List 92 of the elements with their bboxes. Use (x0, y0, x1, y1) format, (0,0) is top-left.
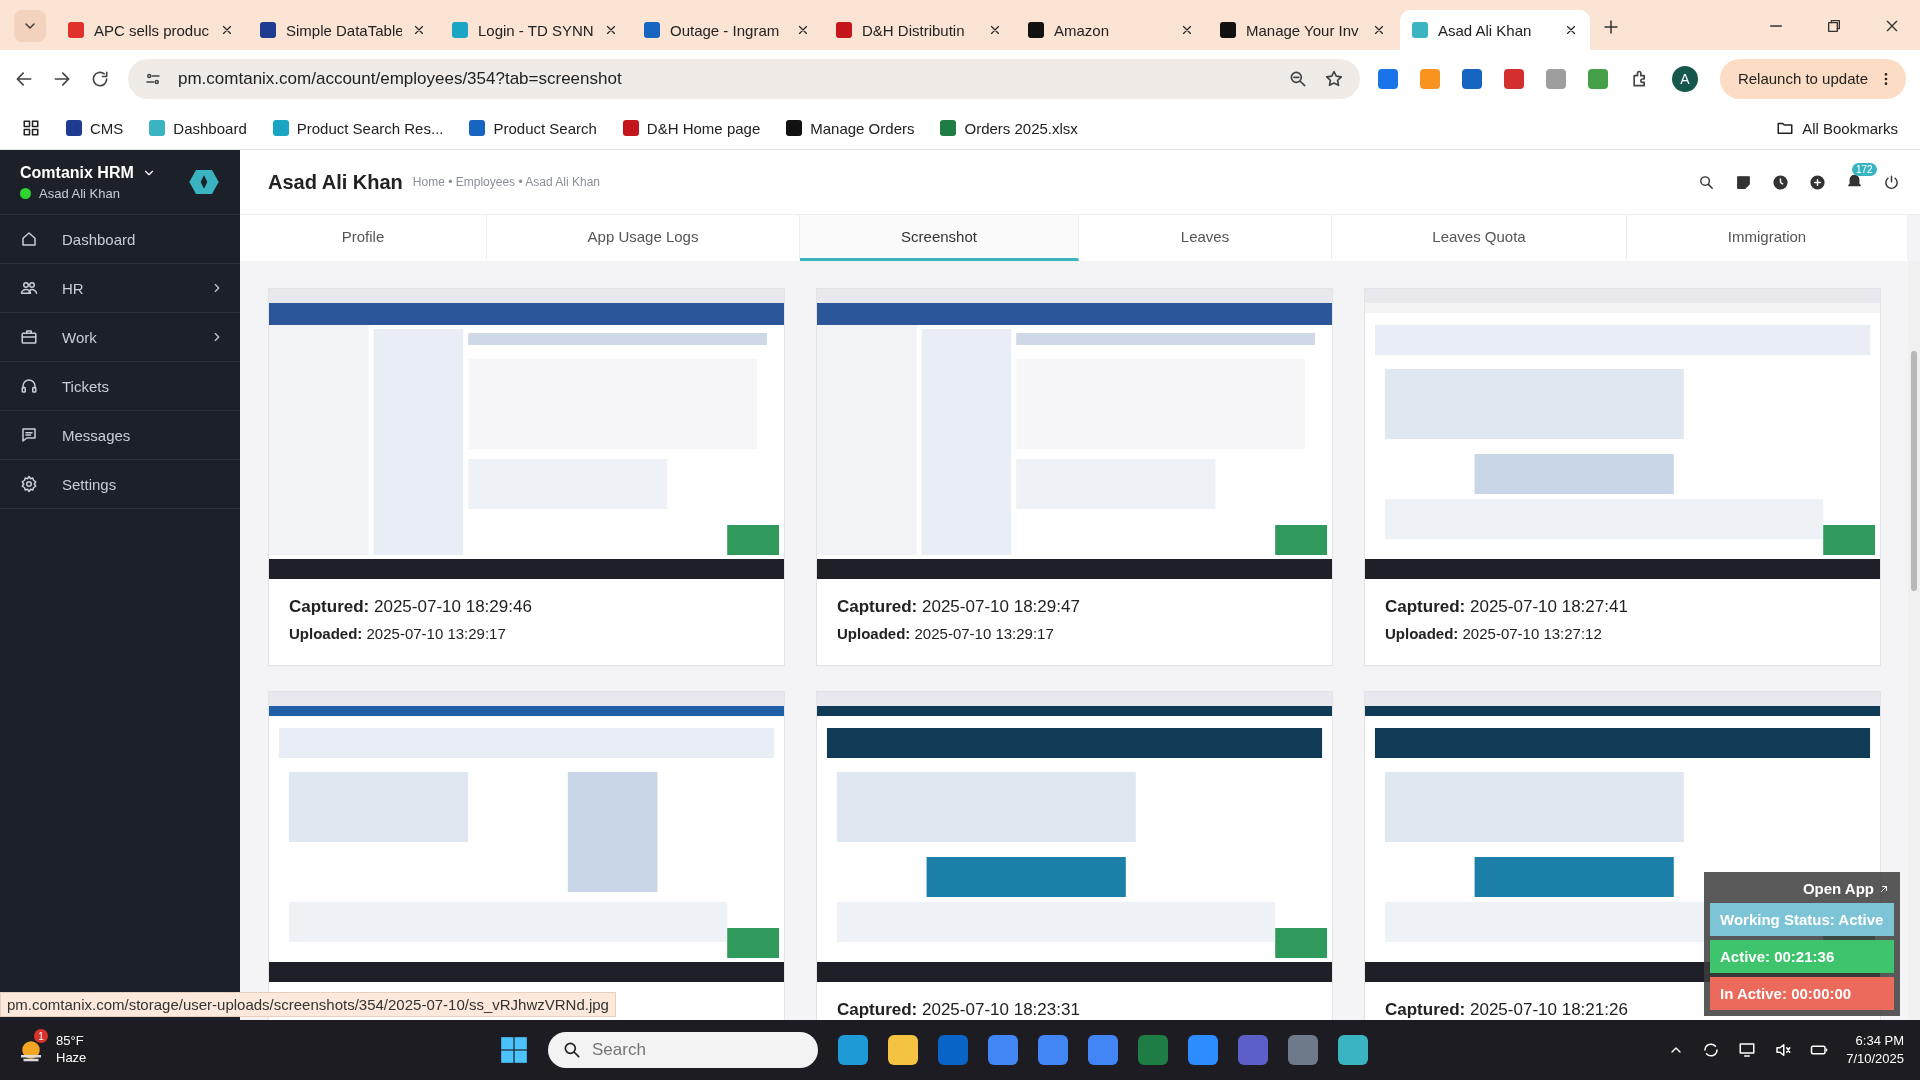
briefcase-icon (20, 328, 38, 346)
browser-tab[interactable]: Login - TD SYNN (440, 10, 630, 50)
all-bookmarks[interactable]: All Bookmarks (1776, 119, 1898, 137)
captured-time: Captured: 2025-07-10 18:29:46 (289, 597, 533, 617)
active-time: Active: 00:21:36 (1710, 940, 1894, 973)
restore-icon[interactable] (1826, 18, 1842, 34)
captured-time: Captured: 2025-07-10 18:27:41 (1385, 597, 1629, 617)
uploaded-time: Uploaded: 2025-07-10 13:29:17 (837, 625, 1055, 642)
monitor-icon[interactable] (1738, 1041, 1757, 1059)
captured-time: Captured: 2025-07-10 18:23:31 (837, 1000, 1081, 1020)
captured-time: Captured: 2025-07-10 18:29:47 (837, 597, 1081, 617)
user-name: Asad Ali Khan (39, 185, 120, 201)
screenshot-card[interactable]: Captured: 2025-07-10 18:29:46 Uploaded: 2025-07-10 13:29:17 (268, 288, 785, 666)
bookmark[interactable]: Product Search (469, 119, 597, 137)
tab[interactable]: Immigration (1627, 215, 1908, 261)
search-icon[interactable] (1698, 173, 1715, 191)
close-icon[interactable] (220, 23, 234, 37)
scrollbar-thumb[interactable] (1911, 351, 1917, 591)
close-icon[interactable] (1884, 18, 1900, 34)
tab[interactable]: Leaves Quota (1332, 215, 1627, 261)
gear-icon (20, 475, 38, 493)
speaker-muted-icon[interactable] (1774, 1041, 1793, 1059)
inactive-time: In Active: 00:00:00 (1710, 977, 1894, 1010)
note-icon[interactable] (1735, 173, 1752, 191)
apps-grid-icon[interactable] (22, 119, 40, 137)
working-status: Working Status: Active (1710, 903, 1894, 936)
clock-time[interactable]: 6:34 PM (1846, 1031, 1904, 1050)
sync-icon[interactable] (1702, 1041, 1721, 1059)
close-icon[interactable] (412, 23, 426, 37)
people-icon (20, 279, 38, 297)
screenshot-card[interactable]: Captured: 2025-07-10 18:29:47 Uploaded: 2025-07-10 13:29:17 (816, 288, 1333, 666)
taskbar-app-icon[interactable] (838, 1035, 868, 1065)
temperature: 85°F (56, 1033, 85, 1050)
bookmark[interactable]: Orders 2025.xlsx (940, 119, 1078, 137)
message-icon (20, 426, 38, 444)
add-icon[interactable] (1809, 173, 1826, 191)
browser-tab[interactable]: Simple DataTable (248, 10, 438, 50)
browser-tab[interactable]: Asad Ali Khan (1400, 10, 1590, 50)
address-bar[interactable]: pm.comtanix.com/account/employees/354?tab=screenshot (128, 58, 1360, 99)
tab[interactable]: Leaves (1079, 215, 1332, 261)
headset-icon (20, 377, 38, 395)
windows-start-icon[interactable] (500, 1036, 528, 1064)
weather-condition: Haze (56, 1050, 87, 1067)
notification-badge: 172 (1852, 162, 1877, 176)
page-title: Asad Ali Khan (268, 170, 403, 194)
taskbar-app-icon[interactable] (1088, 1035, 1118, 1065)
weather-badge: 1 (34, 1029, 48, 1044)
browser-tab[interactable]: Amazon (1016, 10, 1206, 50)
tab[interactable]: Profile (240, 215, 487, 261)
bookmark-star-icon[interactable] (1323, 68, 1344, 89)
close-icon[interactable] (1180, 23, 1194, 37)
tab-search-button[interactable] (14, 10, 46, 42)
close-icon[interactable] (604, 23, 618, 37)
tab[interactable]: Screenshot (800, 215, 1079, 261)
taskbar-app-icon[interactable] (988, 1035, 1018, 1065)
screenshot-card[interactable]: Captured: 2025-07-10 18:27:41 Uploaded: 2025-07-10 13:27:12 (1364, 288, 1881, 666)
extension-icon[interactable] (1461, 68, 1482, 89)
home-icon (20, 230, 38, 248)
relaunch-button[interactable]: Relaunch to update (1719, 58, 1906, 99)
power-icon[interactable] (1883, 173, 1900, 191)
screenshot-card[interactable]: Captured: 2025-07-10 18:23:31 (816, 691, 1333, 1020)
clock-date[interactable]: 7/10/2025 (1846, 1050, 1904, 1069)
taskbar-search-field[interactable]: Search (548, 1032, 818, 1068)
taskbar-app-icon[interactable] (1338, 1035, 1368, 1065)
taskbar-app-icon[interactable] (1038, 1035, 1068, 1065)
browser-tab[interactable]: D&H Distributin (824, 10, 1014, 50)
browser-tab[interactable]: Manage Your Inv (1208, 10, 1398, 50)
browser-tab[interactable]: APC sells produc (56, 10, 246, 50)
close-icon[interactable] (1372, 23, 1386, 37)
close-icon[interactable] (1564, 23, 1578, 37)
brand-name[interactable]: Comtanix HRM (20, 163, 134, 182)
extension-icon[interactable] (1587, 68, 1608, 89)
bookmark[interactable]: CMS (66, 119, 124, 137)
uploaded-time: Uploaded: 2025-07-10 13:29:17 (289, 625, 507, 642)
close-icon[interactable] (796, 23, 810, 37)
bookmark[interactable]: D&H Home page (622, 119, 761, 137)
bookmark[interactable]: Dashboard (149, 119, 247, 137)
profile-avatar[interactable]: A (1671, 65, 1698, 92)
taskbar-app-icon[interactable] (888, 1035, 918, 1065)
extension-icon[interactable] (1545, 68, 1566, 89)
captured-time: Captured: 2025-07-10 18:21:26 (1385, 1000, 1629, 1020)
browser-tab[interactable]: Outage - Ingram (632, 10, 822, 50)
clock-icon[interactable] (1772, 173, 1789, 191)
new-tab-icon[interactable] (1602, 18, 1620, 36)
bookmark[interactable]: Product Search Res... (272, 119, 444, 137)
close-icon[interactable] (988, 23, 1002, 37)
extension-icon[interactable] (1377, 68, 1398, 89)
extension-icon[interactable] (1503, 68, 1524, 89)
bookmark[interactable]: Manage Orders (786, 119, 915, 137)
status-url-tooltip: pm.comtanix.com/storage/user-uploads/screenshots/354/2025-07-10/ss_vRJhwzVRNd.jpg (0, 992, 616, 1017)
uploaded-time: Uploaded: 2025-07-10 13:27:12 (1385, 625, 1603, 642)
taskbar-app-icon[interactable] (1188, 1035, 1218, 1065)
